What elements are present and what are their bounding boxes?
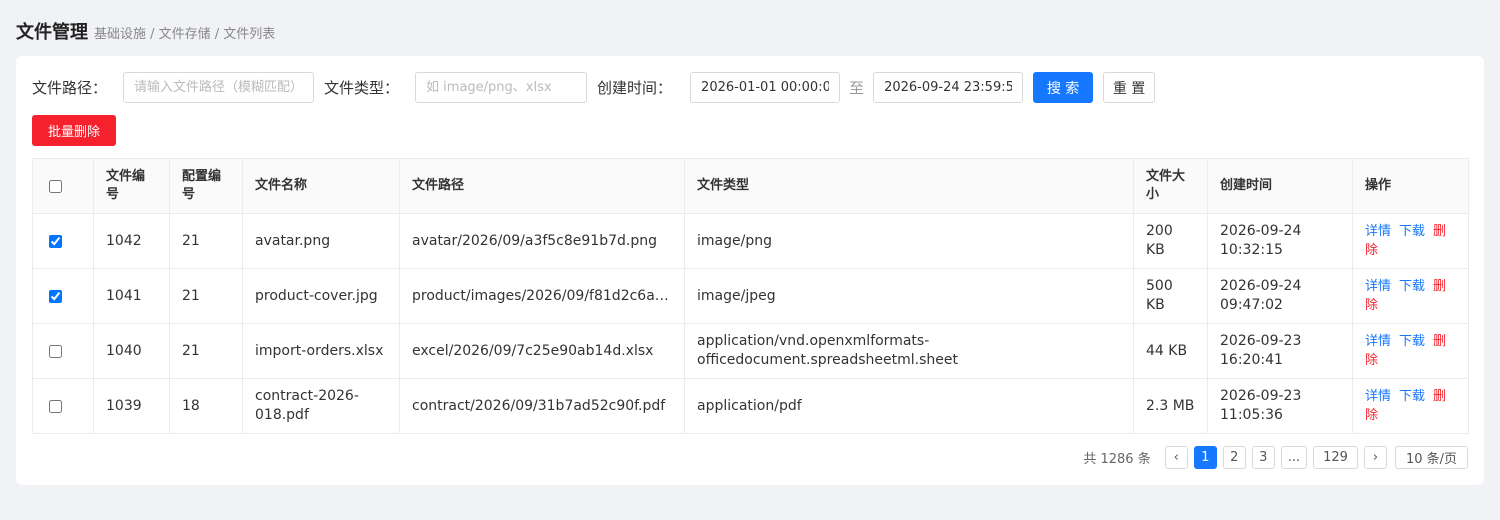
row-checkbox[interactable] (49, 234, 62, 248)
row-checkbox[interactable] (49, 289, 62, 303)
header-created-time: 创建时间 (1207, 158, 1353, 214)
table-row: 1041 21 product-cover.jpg product/images/20… (32, 268, 1469, 324)
select-all-cell (32, 158, 94, 214)
content-card: 文件路径： 文件类型： 创建时间： 至 搜 索 重 置 批量删除 文件编号 配置… (16, 56, 1484, 485)
pagination-page-1[interactable]: 1 (1193, 446, 1217, 469)
date-start-input[interactable] (690, 72, 841, 103)
download-link[interactable]: 下载 (1399, 334, 1425, 349)
cell-file-path: product/images/2026/09/f81d2c6a4... (399, 268, 685, 324)
created-time: 09:47:02 (1220, 297, 1283, 313)
detail-link[interactable]: 详情 (1365, 279, 1391, 294)
pagination-next-button[interactable]: › (1363, 446, 1387, 469)
created-time: 10:32:15 (1220, 242, 1283, 258)
pagination-page-2[interactable]: 2 (1222, 446, 1246, 469)
path-filter-label: 文件路径： (32, 79, 108, 97)
cell-file-path: avatar/2026/09/a3f5c8e91b7d.png (399, 213, 685, 269)
cell-file-size: 2.3 MB (1133, 378, 1208, 434)
cell-file-path: excel/2026/09/7c25e90ab14d.xlsx (399, 323, 685, 379)
detail-link[interactable]: 详情 (1365, 389, 1391, 404)
pagination-ellipsis[interactable]: ... (1280, 446, 1308, 469)
cell-file-id: 1042 (93, 213, 170, 269)
page-size-select[interactable]: 10 条/页 (1394, 446, 1468, 469)
header-file-type: 文件类型 (684, 158, 1134, 214)
table-row: 1040 21 import-orders.xlsx excel/2026/09/7c… (32, 323, 1469, 379)
cell-config-id: 21 (169, 323, 243, 379)
cell-file-type: image/jpeg (684, 268, 1134, 324)
cell-actions: 详情 下载 删除 (1352, 268, 1469, 324)
row-select-cell (32, 323, 94, 379)
cell-file-type: image/png (684, 213, 1134, 269)
download-link[interactable]: 下载 (1399, 279, 1425, 294)
cell-file-type: application/pdf (684, 378, 1134, 434)
created-time: 11:05:36 (1220, 407, 1283, 423)
type-filter-label: 文件类型： (324, 79, 400, 97)
cell-created-time: 2026-09-24 10:32:15 (1207, 213, 1353, 269)
file-table: 文件编号 配置编号 文件名称 文件路径 文件类型 文件大小 创建时间 操作 10… (32, 158, 1469, 434)
cell-config-id: 21 (169, 268, 243, 324)
header-file-size: 文件大小 (1133, 158, 1208, 214)
cell-file-name: import-orders.xlsx (242, 323, 400, 379)
cell-file-type: application/vnd.openxmlformats-officedoc… (684, 323, 1134, 379)
row-checkbox[interactable] (49, 399, 62, 413)
cell-created-time: 2026-09-24 09:47:02 (1207, 268, 1353, 324)
pagination: 共 1286 条 ‹ 1 2 3 ... 129 › 10 条/页 (1083, 446, 1468, 469)
cell-actions: 详情 下载 删除 (1352, 213, 1469, 269)
batch-delete-button[interactable]: 批量删除 (32, 115, 116, 146)
cell-file-id: 1039 (93, 378, 170, 434)
cell-file-id: 1040 (93, 323, 170, 379)
pagination-page-last[interactable]: 129 (1313, 446, 1358, 469)
row-select-cell (32, 213, 94, 269)
created-filter-label: 创建时间： (597, 79, 673, 97)
download-link[interactable]: 下载 (1399, 389, 1425, 404)
breadcrumb: 基础设施 / 文件存储 / 文件列表 (94, 27, 276, 42)
cell-file-size: 200 KB (1133, 213, 1208, 269)
path-filter-input[interactable] (123, 72, 315, 103)
table-row: 1042 21 avatar.png avatar/2026/09/a3f5c8e91… (32, 213, 1469, 269)
header-file-id: 文件编号 (93, 158, 170, 214)
pagination-total: 共 1286 条 (1083, 452, 1151, 467)
cell-file-name: contract-2026-018.pdf (242, 378, 400, 434)
date-end-input[interactable] (873, 72, 1024, 103)
search-button[interactable]: 搜 索 (1033, 72, 1094, 103)
row-checkbox[interactable] (49, 344, 62, 358)
detail-link[interactable]: 详情 (1365, 224, 1391, 239)
download-link[interactable]: 下载 (1399, 224, 1425, 239)
header-actions: 操作 (1352, 158, 1469, 214)
detail-link[interactable]: 详情 (1365, 334, 1391, 349)
created-date: 2026-09-24 (1220, 278, 1302, 294)
cell-actions: 详情 下载 删除 (1352, 323, 1469, 379)
pagination-page-3[interactable]: 3 (1251, 446, 1275, 469)
cell-created-time: 2026-09-23 11:05:36 (1207, 378, 1353, 434)
header-file-name: 文件名称 (242, 158, 400, 214)
header-file-path: 文件路径 (399, 158, 685, 214)
cell-file-path: contract/2026/09/31b7ad52c90f.pdf (399, 378, 685, 434)
filter-bar: 文件路径： 文件类型： 创建时间： 至 搜 索 重 置 (32, 72, 1472, 103)
row-select-cell (32, 378, 94, 434)
created-date: 2026-09-23 (1220, 333, 1302, 349)
table-row: 1039 18 contract-2026-018.pdf contract/2026… (32, 378, 1469, 434)
cell-file-size: 500 KB (1133, 268, 1208, 324)
created-date: 2026-09-24 (1220, 223, 1302, 239)
cell-config-id: 18 (169, 378, 243, 434)
type-filter-input[interactable] (415, 72, 588, 103)
table-header-row: 文件编号 配置编号 文件名称 文件路径 文件类型 文件大小 创建时间 操作 (32, 158, 1469, 214)
created-time: 16:20:41 (1220, 352, 1283, 368)
cell-created-time: 2026-09-23 16:20:41 (1207, 323, 1353, 379)
cell-file-size: 44 KB (1133, 323, 1208, 379)
cell-actions: 详情 下载 删除 (1352, 378, 1469, 434)
cell-config-id: 21 (169, 213, 243, 269)
row-select-cell (32, 268, 94, 324)
pagination-prev-button[interactable]: ‹ (1164, 446, 1188, 469)
page-title: 文件管理 (16, 22, 88, 43)
cell-file-id: 1041 (93, 268, 170, 324)
created-date: 2026-09-23 (1220, 388, 1302, 404)
cell-file-name: avatar.png (242, 213, 400, 269)
cell-file-name: product-cover.jpg (242, 268, 400, 324)
page-header: 文件管理 基础设施 / 文件存储 / 文件列表 (16, 18, 275, 44)
header-config-id: 配置编号 (169, 158, 243, 214)
select-all-checkbox[interactable] (49, 179, 62, 193)
date-range-separator: 至 (849, 79, 865, 97)
reset-button[interactable]: 重 置 (1103, 72, 1156, 103)
